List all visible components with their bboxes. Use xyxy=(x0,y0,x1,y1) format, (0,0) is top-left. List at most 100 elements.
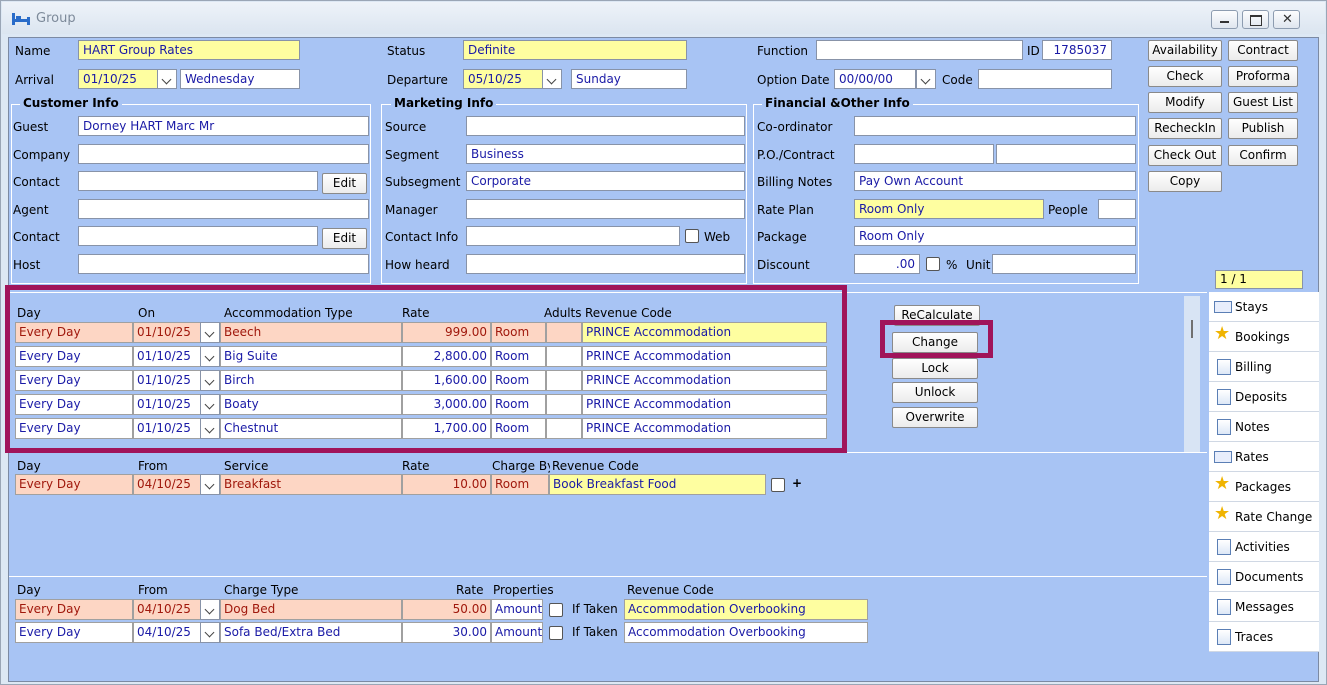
unlock-button[interactable]: Unlock xyxy=(892,382,978,403)
chg-if-taken-checkbox[interactable] xyxy=(549,626,563,640)
id-field[interactable]: 1785037 xyxy=(1042,40,1112,60)
name-field[interactable]: HART Group Rates xyxy=(78,40,300,60)
departure-date-field[interactable]: 05/10/25 xyxy=(463,69,543,89)
name-label: Name xyxy=(15,44,51,58)
chg-rate-cell[interactable]: 30.00 xyxy=(402,622,491,643)
contact-edit-button[interactable]: Edit xyxy=(322,173,367,194)
manager-field[interactable] xyxy=(466,199,745,219)
chg-day-cell[interactable]: Every Day xyxy=(15,622,133,643)
sidebar-item-label: Notes xyxy=(1235,420,1270,434)
sidebar-item-activities[interactable]: Activities xyxy=(1209,532,1319,562)
host-field[interactable] xyxy=(78,254,369,274)
accommodation-scrollbar[interactable] xyxy=(1184,296,1200,452)
contact-field[interactable] xyxy=(78,171,318,191)
availability-button[interactable]: Availability xyxy=(1148,40,1222,61)
chg-revenue-cell[interactable]: Accommodation Overbooking xyxy=(624,622,868,643)
coordinator-label: Co-ordinator xyxy=(757,120,833,134)
sidebar-item-packages[interactable]: ★ Packages xyxy=(1209,472,1319,502)
contract-button[interactable]: Contract xyxy=(1228,40,1298,61)
po-field[interactable] xyxy=(854,144,994,164)
option-date-field[interactable]: 00/00/00 xyxy=(834,69,916,89)
recheckin-button[interactable]: RecheckIn xyxy=(1148,118,1222,139)
guest-field[interactable]: Dorney HART Marc Mr xyxy=(78,116,369,136)
check-button[interactable]: Check xyxy=(1148,66,1222,87)
sidebar-item-billing[interactable]: Billing xyxy=(1209,352,1319,382)
function-field[interactable] xyxy=(816,40,1023,60)
sidebar-item-rate-change[interactable]: ★ Rate Change xyxy=(1209,502,1319,532)
sidebar-item-traces[interactable]: Traces xyxy=(1209,622,1319,652)
subsegment-field[interactable]: Corporate xyxy=(466,171,745,191)
guest-list-button[interactable]: Guest List xyxy=(1228,92,1298,113)
svc-service-cell[interactable]: Breakfast xyxy=(220,474,402,495)
people-field[interactable] xyxy=(1098,199,1136,219)
publish-button[interactable]: Publish xyxy=(1228,118,1298,139)
svc-rate-cell[interactable]: 10.00 xyxy=(402,474,491,495)
chg-from-cell[interactable]: 04/10/25 xyxy=(133,622,201,643)
copy-button[interactable]: Copy xyxy=(1148,171,1222,192)
modify-button[interactable]: Modify xyxy=(1148,92,1222,113)
svc-revenue-cell[interactable]: Book Breakfast Food xyxy=(549,474,766,495)
discount-field[interactable]: .00 xyxy=(854,254,920,274)
how-heard-field[interactable] xyxy=(466,254,745,274)
chg-if-taken-checkbox[interactable] xyxy=(549,603,563,617)
add-service-button[interactable]: + xyxy=(792,476,802,490)
chg-from-cell[interactable]: 04/10/25 xyxy=(133,599,201,620)
contact2-edit-button[interactable]: Edit xyxy=(322,228,367,249)
billing-notes-field[interactable]: Pay Own Account xyxy=(854,171,1136,191)
package-field[interactable]: Room Only xyxy=(854,226,1136,246)
sidebar-item-notes[interactable]: Notes xyxy=(1209,412,1319,442)
chg-unit-cell[interactable]: Amount xyxy=(491,622,543,643)
check-out-button[interactable]: Check Out xyxy=(1148,145,1222,166)
svc-checkbox[interactable] xyxy=(771,478,785,492)
web-checkbox[interactable] xyxy=(685,229,699,243)
chg-day-cell[interactable]: Every Day xyxy=(15,599,133,620)
departure-date-dropdown[interactable] xyxy=(542,69,562,89)
svc-day-cell[interactable]: Every Day xyxy=(15,474,133,495)
option-date-dropdown[interactable] xyxy=(916,69,936,89)
chg-unit-cell[interactable]: Amount xyxy=(491,599,543,620)
code-field[interactable] xyxy=(978,69,1112,89)
coordinator-field[interactable] xyxy=(854,116,1136,136)
svc-unit-cell[interactable]: Room xyxy=(491,474,549,495)
chg-from-dropdown[interactable] xyxy=(200,622,220,643)
unit-field[interactable] xyxy=(992,254,1136,274)
svc-from-cell[interactable]: 04/10/25 xyxy=(133,474,201,495)
close-button[interactable]: ✕ xyxy=(1273,10,1300,29)
segment-field[interactable]: Business xyxy=(466,144,745,164)
sidebar-item-stays[interactable]: Stays xyxy=(1209,292,1319,322)
chg-type-cell[interactable]: Dog Bed xyxy=(220,599,402,620)
company-field[interactable] xyxy=(78,144,369,164)
source-field[interactable] xyxy=(466,116,745,136)
sidebar-item-rates[interactable]: Rates xyxy=(1209,442,1319,472)
chg-rate-cell[interactable]: 50.00 xyxy=(402,599,491,620)
contact-info-field[interactable] xyxy=(466,226,680,246)
maximize-button[interactable] xyxy=(1242,10,1269,29)
bed-icon xyxy=(12,13,30,25)
proforma-button[interactable]: Proforma xyxy=(1228,66,1298,87)
overwrite-button[interactable]: Overwrite xyxy=(892,407,978,428)
confirm-button[interactable]: Confirm xyxy=(1228,145,1298,166)
rate-plan-field[interactable]: Room Only xyxy=(854,199,1044,219)
chg-from-dropdown[interactable] xyxy=(200,599,220,620)
sidebar-item-messages[interactable]: Messages xyxy=(1209,592,1319,622)
sidebar-item-deposits[interactable]: Deposits xyxy=(1209,382,1319,412)
sidebar-item-documents[interactable]: Documents xyxy=(1209,562,1319,592)
minimize-button[interactable] xyxy=(1211,10,1238,29)
status-label: Status xyxy=(387,44,426,58)
contact2-field[interactable] xyxy=(78,226,318,246)
arrival-date-field[interactable]: 01/10/25 xyxy=(78,69,158,89)
scrollbar-thumb[interactable] xyxy=(1191,320,1193,338)
arrival-date-dropdown[interactable] xyxy=(157,69,177,89)
discount-percent-checkbox[interactable] xyxy=(926,257,940,271)
chg-type-cell[interactable]: Sofa Bed/Extra Bed xyxy=(220,622,402,643)
status-field[interactable]: Definite xyxy=(463,40,687,60)
arrival-label: Arrival xyxy=(15,73,54,87)
chg-revenue-cell[interactable]: Accommodation Overbooking xyxy=(624,599,868,620)
contract-field[interactable] xyxy=(996,144,1136,164)
lock-button[interactable]: Lock xyxy=(892,358,978,379)
svc-header-service: Service xyxy=(224,459,269,473)
agent-field[interactable] xyxy=(78,199,369,219)
sidebar-item-bookings[interactable]: ★ Bookings xyxy=(1209,322,1319,352)
svc-from-dropdown[interactable] xyxy=(200,474,220,495)
people-label: People xyxy=(1048,203,1088,217)
